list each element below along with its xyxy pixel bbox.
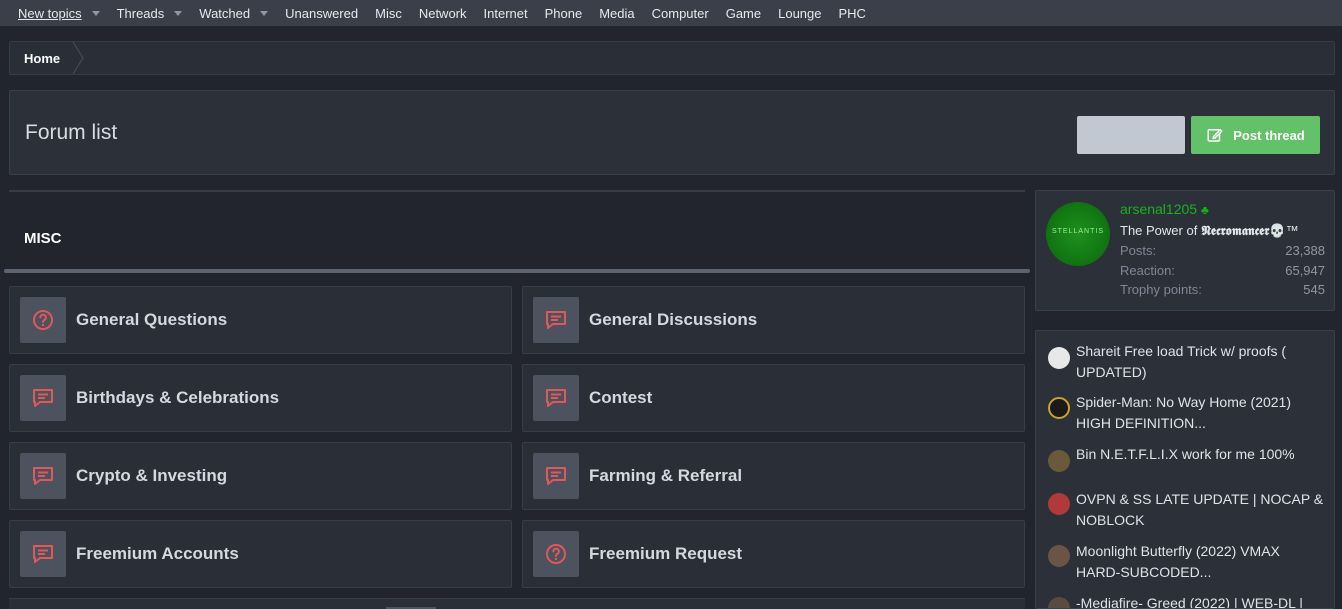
edit-icon (1207, 129, 1223, 142)
username-link[interactable]: arsenal1205 ♣ (1120, 201, 1209, 217)
avatar[interactable] (1048, 347, 1070, 369)
nav-misc[interactable]: Misc (375, 6, 402, 21)
forum-name: Birthdays & Celebrations (76, 388, 280, 407)
forum-freemium-accounts[interactable]: Freemium Accounts (9, 520, 512, 588)
avatar[interactable] (1048, 493, 1070, 515)
avatar[interactable] (1048, 597, 1070, 608)
chat-icon (20, 453, 66, 499)
forum-farming-referral[interactable]: Farming & Referral (522, 442, 1025, 510)
chevron-down-icon[interactable] (174, 10, 183, 16)
chat-icon (533, 297, 579, 343)
avatar[interactable]: STELLANTIS (1046, 202, 1110, 266)
chat-icon (20, 375, 66, 421)
mark-read-button[interactable] (1077, 116, 1185, 154)
avatar[interactable] (1048, 450, 1070, 472)
next-category-row (9, 598, 1025, 609)
member-card: STELLANTIS arsenal1205 ♣ The Power of 𝕹𝖊… (1035, 190, 1335, 311)
nav-game[interactable]: Game (726, 6, 761, 21)
forum-name: Freemium Request (589, 544, 743, 563)
chat-icon (533, 453, 579, 499)
forum-birthdays-celebrations[interactable]: Birthdays & Celebrations (9, 364, 512, 432)
forum-general-questions[interactable]: General Questions (9, 286, 512, 354)
top-nav: New topics Threads Watched Unanswered Mi… (0, 0, 1342, 26)
thread-title[interactable]: Spider-Man: No Way Home (2021) HIGH DEFI… (1076, 392, 1326, 434)
chat-icon (533, 375, 579, 421)
nav-network[interactable]: Network (419, 6, 467, 21)
avatar[interactable] (1048, 397, 1070, 419)
question-icon (533, 531, 579, 577)
user-title: The Power of 𝕹𝖊𝖈𝖗𝖔𝖒𝖆𝖓𝖈𝖊𝖗💀™ (1120, 223, 1299, 238)
category-title[interactable]: MISC (24, 230, 62, 247)
category-underline (4, 269, 1030, 273)
nav-phone[interactable]: Phone (545, 6, 583, 21)
page-header: Forum list Post thread (9, 90, 1335, 175)
nav-unanswered[interactable]: Unanswered (285, 6, 358, 21)
breadcrumb: Home (9, 41, 1335, 75)
chevron-down-icon[interactable] (91, 10, 100, 16)
forum-freemium-request[interactable]: Freemium Request (522, 520, 1025, 588)
clover-icon: ♣ (1200, 203, 1209, 217)
forum-name: Freemium Accounts (76, 544, 239, 563)
question-icon (20, 297, 66, 343)
forum-name: Crypto & Investing (76, 466, 228, 485)
nav-computer[interactable]: Computer (652, 6, 709, 21)
avatar-text: STELLANTIS (1051, 228, 1104, 235)
thread-title[interactable]: Moonlight Butterfly (2022) VMAX HARD-SUB… (1076, 541, 1326, 583)
latest-threads-panel: Shareit Free load Trick w/ proofs ( UPDA… (1035, 330, 1335, 609)
forum-contest[interactable]: Contest (522, 364, 1025, 432)
forum-name: General Questions (76, 310, 228, 329)
thread-title[interactable]: Shareit Free load Trick w/ proofs ( UPDA… (1076, 341, 1326, 383)
chat-icon (20, 531, 66, 577)
forum-name: General Discussions (589, 310, 758, 329)
nav-lounge[interactable]: Lounge (778, 6, 821, 21)
post-thread-label: Post thread (1233, 127, 1305, 143)
nav-watched[interactable]: Watched (199, 6, 269, 21)
thread-title[interactable]: -Mediafire- Greed (2022) | WEB-DL | (1076, 593, 1326, 608)
page-title: Forum list (25, 121, 118, 144)
nav-phc[interactable]: PHC (839, 6, 866, 21)
nav-new-topics[interactable]: New topics (18, 6, 100, 21)
nav-media[interactable]: Media (599, 6, 634, 21)
forum-name: Farming & Referral (589, 466, 743, 485)
breadcrumb-separator-icon (72, 42, 84, 74)
forum-crypto-investing[interactable]: Crypto & Investing (9, 442, 512, 510)
chevron-down-icon[interactable] (260, 10, 269, 16)
stat-trophy-points: Trophy points: 545 (1120, 282, 1325, 297)
nav-threads[interactable]: Threads (117, 6, 183, 21)
stat-reaction: Reaction: 65,947 (1120, 263, 1325, 278)
thread-title[interactable]: Bin N.E.T.F.L.I.X work for me 100% (1076, 444, 1326, 465)
category-divider (9, 190, 1025, 192)
forum-name: Contest (589, 388, 653, 407)
thread-title[interactable]: OVPN & SS LATE UPDATE | NOCAP & NOBLOCK (1076, 489, 1326, 531)
avatar[interactable] (1048, 545, 1070, 567)
post-thread-button[interactable]: Post thread (1191, 116, 1320, 154)
stat-posts: Posts: 23,388 (1120, 243, 1325, 258)
forum-general-discussions[interactable]: General Discussions (522, 286, 1025, 354)
breadcrumb-home[interactable]: Home (10, 42, 74, 74)
nav-internet[interactable]: Internet (484, 6, 528, 21)
